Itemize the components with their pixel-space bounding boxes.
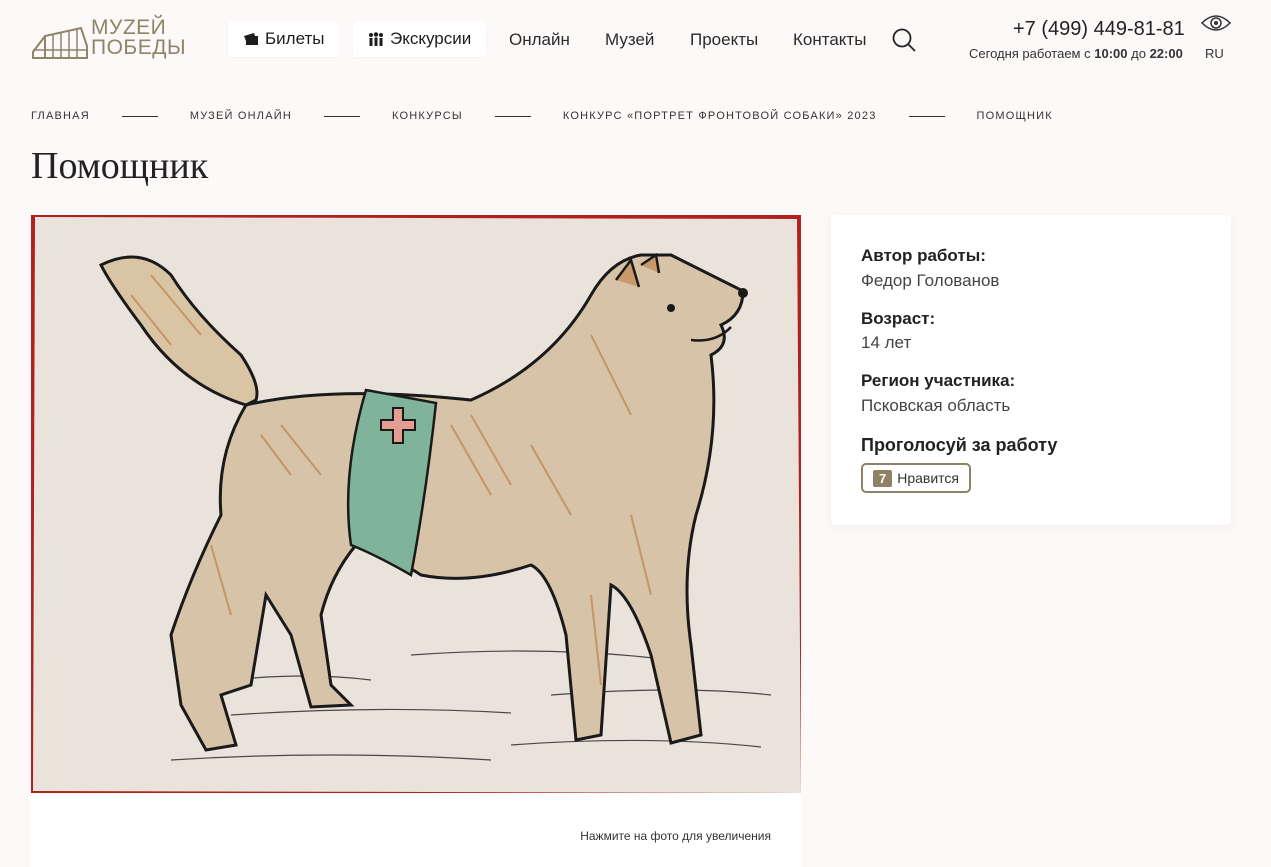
breadcrumb-museum-online[interactable]: Музей онлайн bbox=[190, 110, 292, 122]
hours-to: 22:00 bbox=[1149, 46, 1183, 61]
page-title: Помощник bbox=[31, 145, 209, 187]
group-people-icon bbox=[369, 32, 383, 46]
logo-line-2: ПОБЕДЫ bbox=[91, 36, 187, 59]
artwork-card: Нажмите на фото для увеличения bbox=[31, 215, 801, 867]
breadcrumb-divider bbox=[324, 115, 361, 117]
language-switch[interactable]: RU bbox=[1205, 46, 1224, 61]
region-label: Регион участника: bbox=[861, 371, 1016, 390]
vote-title: Проголосуй за работу bbox=[861, 435, 1058, 455]
opening-hours: Сегодня работаем с 10:00 до 22:00 bbox=[969, 46, 1183, 61]
monument-logo-icon bbox=[32, 26, 88, 59]
breadcrumb-divider bbox=[494, 115, 531, 117]
author-value: Федор Голованов bbox=[861, 271, 1000, 290]
age-value: 14 лет bbox=[861, 333, 912, 352]
breadcrumb-divider bbox=[121, 115, 158, 117]
artwork-info-card: Автор работы: Федор Голованов Возраст: 1… bbox=[831, 215, 1231, 525]
hours-from: 10:00 bbox=[1094, 46, 1128, 61]
artwork-photo[interactable] bbox=[31, 215, 801, 793]
site-header: МУZЕЙ ПОБЕДЫ Билеты Экскурсии Онлайн Муз… bbox=[0, 0, 1271, 80]
excursions-button[interactable]: Экскурсии bbox=[353, 21, 487, 57]
dog-drawing-image bbox=[31, 215, 801, 793]
museum-logo[interactable]: МУZЕЙ ПОБЕДЫ bbox=[31, 17, 186, 62]
tickets-label: Билеты bbox=[265, 29, 325, 48]
excursions-label: Экскурсии bbox=[390, 29, 472, 48]
hours-mid: до bbox=[1131, 46, 1146, 61]
author-label: Автор работы: bbox=[861, 246, 986, 265]
likes-count-badge: 7 bbox=[873, 469, 893, 487]
age-label-text: Возраст bbox=[861, 309, 930, 328]
breadcrumb-contests[interactable]: Конкурсы bbox=[392, 110, 463, 122]
nav-projects[interactable]: Проекты bbox=[690, 30, 758, 50]
ticket-icon bbox=[244, 33, 258, 45]
region-label-text: Регион участника bbox=[861, 371, 1010, 390]
hours-prefix: Сегодня работаем с bbox=[969, 46, 1091, 61]
phone-number[interactable]: +7 (499) 449-81-81 bbox=[1013, 18, 1185, 41]
nav-contacts[interactable]: Контакты bbox=[793, 30, 866, 50]
accessibility-eye-icon[interactable] bbox=[1200, 12, 1232, 34]
nav-online[interactable]: Онлайн bbox=[509, 30, 570, 50]
breadcrumb-divider bbox=[908, 115, 945, 117]
nav-museum[interactable]: Музей bbox=[605, 30, 654, 50]
region-value: Псковская область bbox=[861, 396, 1011, 415]
author-label-text: Автор работы bbox=[861, 246, 981, 265]
logo-line-1: МУZЕЙ bbox=[91, 16, 167, 39]
like-button[interactable]: 7 Нравится bbox=[861, 463, 972, 493]
breadcrumb-current: Помощник bbox=[976, 110, 1053, 122]
like-label: Нравится bbox=[897, 470, 960, 486]
tickets-button[interactable]: Билеты bbox=[228, 21, 340, 57]
breadcrumb-home[interactable]: Главная bbox=[31, 110, 90, 122]
breadcrumb-contest[interactable]: Конкурс «Портрет фронтовой собаки» 2023 bbox=[563, 110, 877, 122]
age-label: Возраст: bbox=[861, 309, 936, 328]
zoom-hint: Нажмите на фото для увеличения bbox=[580, 829, 771, 843]
breadcrumb: Главная Музей онлайн Конкурсы Конкурс «П… bbox=[31, 110, 1053, 122]
search-icon[interactable] bbox=[891, 27, 917, 53]
